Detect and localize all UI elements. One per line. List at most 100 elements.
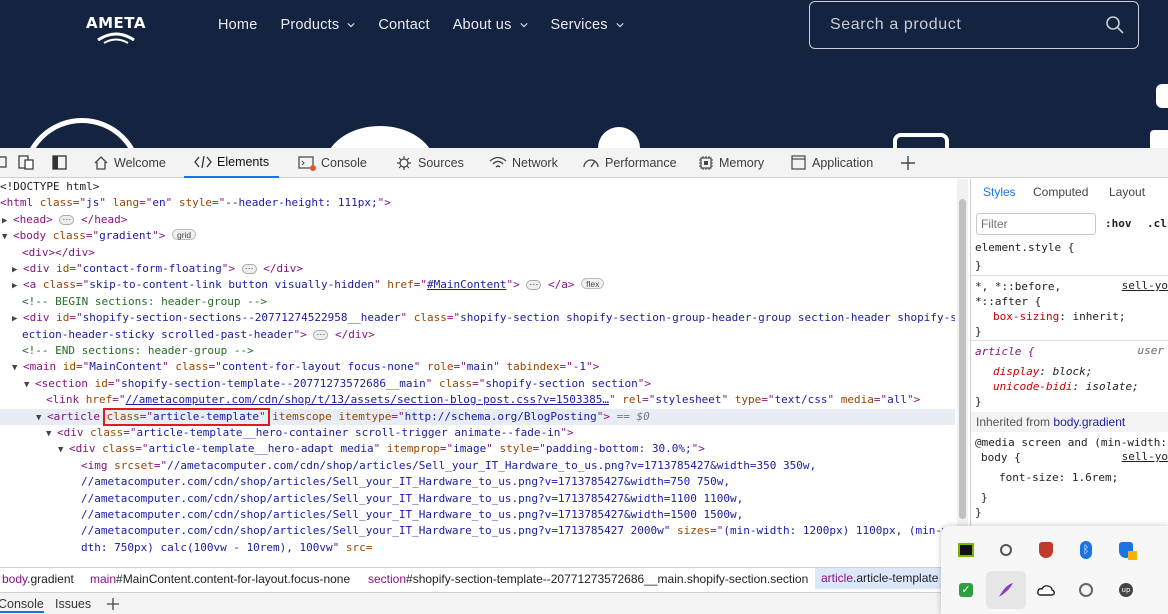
add-tab-icon[interactable] [900,155,916,171]
rule-close: } [975,506,982,519]
dom-node[interactable]: ▼ <div class="article-template__hero-cont… [46,425,574,441]
nav-home[interactable]: Home [218,16,257,34]
dom-node-wrap: //ametacomputer.com/cdn/shop/articles/Se… [81,475,731,489]
dom-node[interactable]: ▶ <head> ⋯ </head> [2,212,127,228]
dom-tree[interactable]: <!DOCTYPE html> <html class="js" lang="e… [0,179,955,565]
divider [971,275,1168,276]
body-selector[interactable]: body { [981,450,1021,465]
tab-elements[interactable]: Elements [184,148,280,178]
css-declaration[interactable]: box-sizing: inherit; [993,309,1125,324]
dom-node[interactable]: ▼ <section id="shopify-section-template--… [24,376,651,392]
site-header: AMETA Home Products Contact About us Ser… [0,0,1168,148]
dom-node[interactable]: <html class="js" lang="en" style="--head… [0,195,391,211]
breadcrumb-item[interactable]: main#MainContent.content-for-layout.focu… [90,572,350,586]
nvidia-icon[interactable] [956,540,976,560]
dom-node[interactable]: ▼ <body class="gradient"> grid [2,228,197,244]
dom-node[interactable]: <img srcset="//ametacomputer.com/cdn/sho… [81,458,816,474]
flex-badge[interactable]: flex [581,278,605,290]
dom-node[interactable]: ▶ <div id="contact-form-floating"> ⋯ </di… [12,261,303,277]
hero-graphic [1150,130,1168,148]
tab-application[interactable]: Application [791,148,873,178]
bluetooth-icon[interactable]: ᛒ [1076,540,1096,560]
drawer-tab-issues[interactable]: Issues [55,597,91,611]
feather-icon[interactable] [996,580,1016,600]
tab-memory-label: Memory [719,156,765,170]
universal-selector[interactable]: *::after { [975,294,1041,309]
tab-performance[interactable]: Performance [582,148,677,178]
application-icon [791,155,806,170]
styles-filter-input[interactable]: Filter [976,213,1096,235]
dock-sidebar-icon[interactable] [52,155,68,171]
hero-graphic [22,118,142,148]
css-declaration[interactable]: font-size: 1.6rem; [999,470,1118,485]
chat-widget-icon[interactable] [1156,84,1168,108]
tab-console[interactable]: Console [298,148,367,178]
tab-welcome[interactable]: Welcome [93,148,166,178]
dom-tree-scrollbar[interactable] [957,179,968,565]
wifi-icon [489,156,507,168]
element-style-rule[interactable]: element.style { [975,240,1074,255]
add-tab-icon[interactable] [106,597,120,611]
rule-source-link[interactable]: sell-yo [1122,279,1168,292]
cls-toggle[interactable]: .cls [1147,217,1168,230]
tab-performance-label: Performance [605,156,677,170]
hov-toggle[interactable]: :hov [1105,217,1132,230]
nav-services[interactable]: Services [551,16,624,34]
dom-node-wrap: dth: 750px) calc(100vw - 10rem), 100vw" … [81,540,373,554]
security-shield-icon[interactable] [1036,540,1056,560]
styles-tab-bar: Styles Computed Layout [971,179,1168,207]
drawer-tab-console[interactable]: Console [0,597,44,613]
dom-node[interactable]: ▼ <main id="MainContent" class="content-f… [12,359,599,375]
search-icon[interactable] [1105,15,1125,35]
main-nav: Home Products Contact About us Services [218,16,647,34]
tab-layout[interactable]: Layout [1109,185,1145,199]
dom-node[interactable]: ▼ <div class="article-template__hero-adap… [58,441,705,457]
tab-styles[interactable]: Styles [983,185,1016,199]
nav-about[interactable]: About us [453,16,528,34]
dom-node[interactable]: <div></div> [22,245,95,261]
dom-comment[interactable]: <!-- BEGIN sections: header-group --> [22,294,267,310]
breadcrumb-item[interactable]: section#shopify-section-template--207712… [368,572,808,586]
cloud-icon[interactable] [1036,580,1056,600]
tab-memory[interactable]: Memory [698,148,764,178]
nav-contact[interactable]: Contact [378,16,429,34]
css-declaration[interactable]: unicode-bidi: isolate; [993,379,1139,394]
nav-products[interactable]: Products [280,16,355,34]
code-icon [194,155,212,169]
grid-badge[interactable]: grid [171,229,197,241]
devtools-tab-bar: Welcome Elements Console Sources Network… [0,148,1168,178]
ameta-logo[interactable]: AMETA [80,10,152,44]
article-selector[interactable]: article { [975,344,1035,359]
nav-services-label: Services [550,17,608,33]
device-toolbar-icon[interactable] [18,155,36,171]
breadcrumb-item-current[interactable]: article.article-template [815,568,945,589]
chevron-down-icon [347,23,355,28]
dom-node[interactable]: <link href="//ametacomputer.com/cdn/shop… [46,392,920,408]
inherited-header: Inherited from body.gradient [971,412,1168,432]
css-declaration[interactable]: display: block; [993,364,1092,379]
tab-computed[interactable]: Computed [1033,185,1088,199]
breadcrumb-item[interactable]: body.gradient [2,572,74,586]
chevron-down-icon [616,23,624,28]
check-shield-icon[interactable]: ✓ [956,580,976,600]
rule-close: } [981,491,988,504]
upwork-icon[interactable]: up [1116,580,1136,600]
universal-selector[interactable]: *, *::before, [975,279,1061,294]
scroll-thumb[interactable] [959,199,966,519]
dom-node[interactable]: ▶ <div id="shopify-section-sections--2077… [12,310,955,326]
inherited-from-link[interactable]: body.gradient [1053,415,1125,429]
update-icon[interactable] [1076,580,1096,600]
performance-icon [583,159,599,168]
record-icon[interactable] [996,540,1016,560]
rule-source-link[interactable]: sell-yo [1122,450,1168,463]
dom-comment[interactable]: <!-- END sections: header-group --> [22,343,254,359]
tab-network[interactable]: Network [489,148,558,178]
warning-shield-icon[interactable] [1116,540,1137,560]
tab-sources[interactable]: Sources [395,148,464,178]
dom-node[interactable]: <!DOCTYPE html> [0,179,99,195]
inspect-icon[interactable] [0,155,10,171]
search-input[interactable]: Search a product [809,1,1139,49]
dom-node[interactable]: ▶ <a class="skip-to-content-link button v… [12,277,605,293]
nav-home-label: Home [218,17,258,33]
rule-close: } [975,395,982,408]
